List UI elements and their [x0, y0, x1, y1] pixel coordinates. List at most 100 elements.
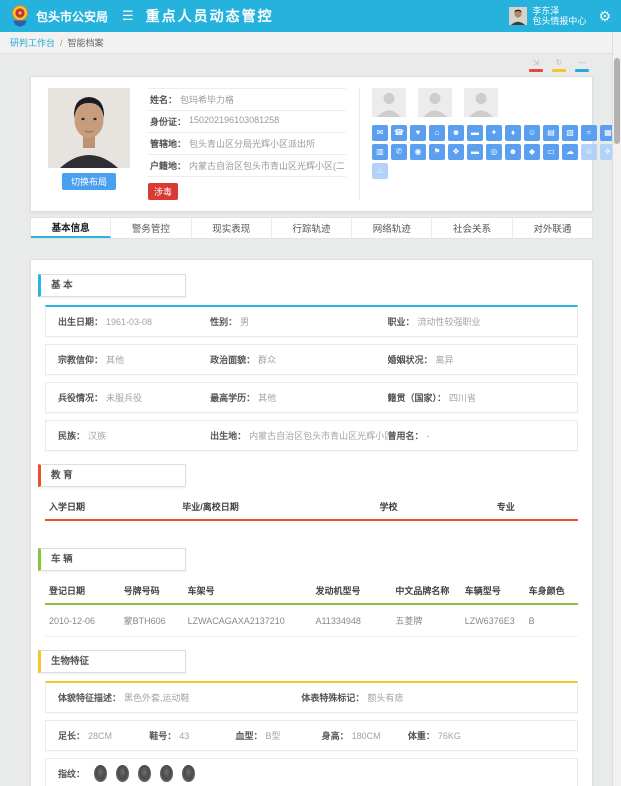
minimize-icon: —: [578, 58, 586, 67]
info-cell: 职业：流动性较强职业: [388, 315, 565, 328]
tab-network-track[interactable]: 网络轨迹: [352, 218, 432, 238]
breadcrumb-separator: /: [60, 38, 63, 48]
tab-movement-track[interactable]: 行踪轨迹: [272, 218, 352, 238]
info-cell: 出生地：内蒙古自治区包头市青山区光辉小区(二区)-1-86: [210, 429, 387, 442]
fingerprint-image[interactable]: [160, 765, 173, 782]
education-button[interactable]: ✦: [486, 125, 502, 141]
info-cell: 体表特殊标记：额头有痣: [301, 691, 565, 704]
group-icon: ☻: [452, 129, 460, 137]
user-chip[interactable]: 李东泽 包头情报中心: [509, 6, 586, 27]
window-controls: ⇲ ↻ —: [0, 58, 589, 73]
person-button[interactable]: ☺: [524, 125, 540, 141]
fullscreen-underline: [529, 69, 543, 72]
tab-police-control[interactable]: 警务管控: [111, 218, 191, 238]
signal-icon: ◉: [415, 148, 422, 156]
related-photo-placeholder[interactable]: [418, 88, 452, 117]
related-photo-placeholder[interactable]: [464, 88, 498, 117]
column-header: 车辆型号: [461, 579, 525, 604]
vertical-scrollbar[interactable]: [612, 32, 621, 786]
fingerprint-row: 指纹：: [45, 758, 578, 786]
group-button[interactable]: ☻: [448, 125, 464, 141]
car-button[interactable]: ♦: [505, 125, 521, 141]
tab-external-contact[interactable]: 对外联通: [513, 218, 592, 238]
hotel-button[interactable]: ▬: [467, 125, 483, 141]
vehicle-icon: ◆: [529, 148, 535, 156]
home-icon: ⌂: [435, 129, 440, 137]
cloud-button[interactable]: ☁: [562, 144, 578, 160]
fullscreen-icon: ⇲: [533, 58, 540, 67]
info-row: 宗教信仰：其他政治面貌：群众婚姻状况：离异: [45, 344, 578, 375]
info-label: 鞋号：: [149, 731, 176, 741]
hotel-icon: ▬: [471, 129, 479, 137]
menu-icon[interactable]: ☰: [122, 8, 134, 24]
info-label: 出生日期：: [58, 317, 103, 327]
disc-button[interactable]: ◎: [486, 144, 502, 160]
tag-icon: ❖: [452, 148, 459, 156]
switch-layout-button[interactable]: 切换布局: [62, 173, 116, 190]
column-header: 专业: [493, 495, 578, 520]
info-value: 其他: [258, 393, 276, 403]
data-table: 登记日期号牌号码车架号发动机型号中文品牌名称车辆型号车身颜色2010-12-06…: [45, 579, 578, 637]
home-button[interactable]: ⌂: [429, 125, 445, 141]
chat-button[interactable]: ✉: [372, 125, 388, 141]
refresh-icon: ↻: [556, 58, 563, 67]
info-value: 内蒙古自治区包头市青山区光辉小区(二区)-1-86: [249, 431, 387, 441]
related-photo-placeholder[interactable]: [372, 88, 406, 117]
fingerprint-image[interactable]: [116, 765, 129, 782]
vehicle-button[interactable]: ◆: [524, 144, 540, 160]
trash-light-button[interactable]: ♨: [372, 163, 388, 179]
phone-forward-button[interactable]: ☎: [391, 125, 407, 141]
tab-basic-info[interactable]: 基本信息: [31, 218, 111, 238]
image-button[interactable]: ▧: [562, 125, 578, 141]
fingerprint-label: 指纹：: [58, 767, 85, 780]
signal-button[interactable]: ◉: [410, 144, 426, 160]
person-light-button[interactable]: ☺: [581, 144, 597, 160]
info-value: 四川省: [449, 393, 476, 403]
heart-button[interactable]: ♥: [410, 125, 426, 141]
fingerprint-image[interactable]: [94, 765, 107, 782]
info-value: 其他: [106, 355, 124, 365]
section-basic-title: 基 本: [38, 274, 186, 297]
minimize-button[interactable]: —: [575, 58, 589, 73]
refresh-button[interactable]: ↻: [552, 58, 566, 73]
id-card-button[interactable]: ▥: [372, 144, 388, 160]
profile-card: 切换布局 姓名：包玛希毕力格身份证：150202196103081258管辖地：…: [30, 76, 593, 212]
trash-light-icon: ♨: [376, 167, 383, 175]
fingerprint-image[interactable]: [182, 765, 195, 782]
cloud-icon: ☁: [566, 148, 574, 156]
column-header: 车身颜色: [525, 579, 578, 604]
info-label: 出生地：: [210, 431, 246, 441]
tab-social-relation[interactable]: 社会关系: [432, 218, 512, 238]
breadcrumb-parent-link[interactable]: 研判工作台: [10, 36, 55, 49]
fullscreen-button[interactable]: ⇲: [529, 58, 543, 73]
user-alert-button[interactable]: ☻: [505, 144, 521, 160]
scrollbar-thumb[interactable]: [614, 58, 620, 144]
telephone-button[interactable]: ✆: [391, 144, 407, 160]
id-card-icon: ▥: [376, 148, 384, 156]
field-value: 包头青山区分局光辉小区派出所: [189, 137, 315, 150]
table-header-row: 登记日期号牌号码车架号发动机型号中文品牌名称车辆型号车身颜色: [45, 579, 578, 604]
app-header: 包头市公安局 ☰ 重点人员动态管控 李东泽 包头情报中心 ⚙: [0, 0, 621, 32]
info-label: 血型：: [235, 731, 262, 741]
fingerprint-image[interactable]: [138, 765, 151, 782]
tab-performance[interactable]: 现实表现: [192, 218, 272, 238]
field-value: 包玛希毕力格: [180, 93, 234, 106]
document-button[interactable]: ▤: [543, 125, 559, 141]
bed-button[interactable]: ▬: [467, 144, 483, 160]
wifi-button[interactable]: ≈: [581, 125, 597, 141]
info-label: 兵役情况：: [58, 393, 103, 403]
info-label: 宗教信仰：: [58, 355, 103, 365]
bank-card-button[interactable]: ▭: [543, 144, 559, 160]
info-value: 1961-03-08: [106, 317, 152, 327]
tag-button[interactable]: ❖: [448, 144, 464, 160]
info-label: 民族：: [58, 431, 85, 441]
column-header: 毕业/离校日期: [178, 495, 375, 520]
person-icon: ☺: [528, 129, 536, 137]
table-cell: 2010-12-06: [45, 604, 120, 637]
info-value: -: [427, 431, 430, 441]
settings-gear-icon[interactable]: ⚙: [598, 8, 611, 25]
profile-field-row: 姓名：包玛希毕力格: [148, 89, 346, 111]
subject-photo: [48, 88, 130, 168]
taxi-button[interactable]: ⚑: [429, 144, 445, 160]
info-label: 曾用名：: [388, 431, 424, 441]
